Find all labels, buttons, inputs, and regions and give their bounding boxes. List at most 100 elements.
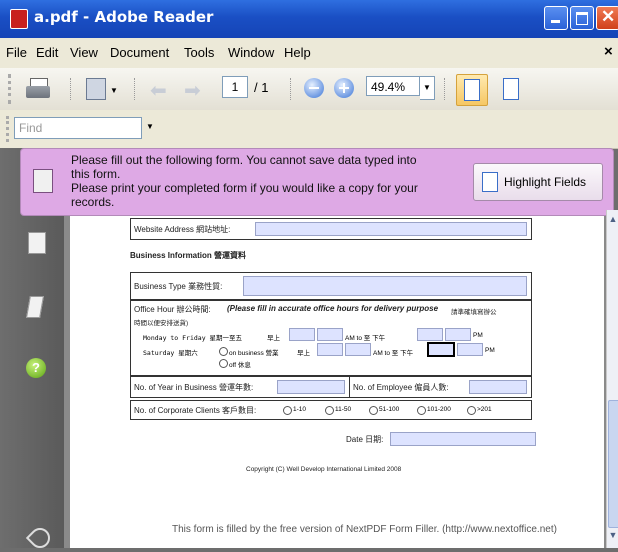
form-message-line: Please fill out the following form. You … <box>71 153 417 167</box>
menu-close-document-button[interactable]: × <box>604 43 613 60</box>
years-label: No. of Year in Business 營運年數: <box>134 383 254 392</box>
saturday-end-hour-field[interactable] <box>427 342 455 357</box>
fit-page-button[interactable] <box>496 74 526 104</box>
client-option-label: >201 <box>477 406 492 413</box>
saturday-to-label: AM to 至 下午 <box>373 350 414 357</box>
weekday-end-min-field[interactable] <box>445 328 471 341</box>
saturday-end-min-field[interactable] <box>457 343 483 356</box>
toolbar-grip <box>8 74 15 104</box>
business-type-label: Business Type 業務性質: <box>134 282 223 291</box>
business-type-field[interactable] <box>243 276 527 296</box>
help-button[interactable]: ? <box>26 358 46 378</box>
close-button[interactable]: ✕ <box>596 6 618 30</box>
menu-help[interactable]: Help <box>284 45 311 60</box>
toolbar-separator <box>70 78 73 100</box>
weekday-start-min-field[interactable] <box>317 328 343 341</box>
saturday-start-min-field[interactable] <box>345 343 371 356</box>
menu-tools[interactable]: Tools <box>184 45 214 60</box>
saturday-on-business-radio[interactable] <box>219 347 228 356</box>
form-document-icon <box>33 169 53 193</box>
form-message-line: this form. <box>71 167 121 181</box>
client-option-radio[interactable] <box>417 406 426 415</box>
close-icon: ✕ <box>601 7 616 26</box>
highlight-fields-button[interactable]: Highlight Fields <box>473 163 603 201</box>
office-hour-note: (Please fill in accurate office hours fo… <box>227 304 439 313</box>
zoom-dropdown-button[interactable]: ▼ <box>420 76 435 100</box>
client-option-label: 1-10 <box>293 406 307 413</box>
off-label: off 休息 <box>229 362 251 369</box>
signatures-panel-button[interactable] <box>26 294 46 320</box>
window-title: a.pdf - Adobe Reader <box>34 8 214 26</box>
minimize-icon <box>551 20 560 23</box>
title-bar: a.pdf - Adobe Reader ✕ <box>0 0 618 38</box>
previous-page-button[interactable]: ⬅ <box>150 78 167 103</box>
next-page-button[interactable]: ➡ <box>184 78 201 103</box>
find-options-button[interactable]: ▼ <box>146 122 154 131</box>
pages-panel-button[interactable] <box>28 232 46 254</box>
weekday-pm-label: PM <box>473 332 483 339</box>
menu-edit[interactable]: Edit <box>36 45 58 60</box>
saturday-am-label: 早上 <box>297 350 310 357</box>
fit-page-icon <box>503 78 519 100</box>
print-button[interactable] <box>24 76 52 102</box>
website-row: Website Address 網站地址: <box>130 218 532 240</box>
maximize-button[interactable] <box>570 6 594 30</box>
client-option-radio[interactable] <box>325 406 334 415</box>
client-option-label: 51-100 <box>379 406 400 413</box>
client-option-radio[interactable] <box>369 406 378 415</box>
fit-width-button[interactable] <box>456 74 488 106</box>
find-input[interactable]: Find <box>14 117 142 139</box>
saturday-off-radio[interactable] <box>219 359 228 368</box>
employees-label: No. of Employee 僱員人數: <box>353 383 449 392</box>
toolbar-separator <box>134 78 137 100</box>
weekday-end-hour-field[interactable] <box>417 328 443 341</box>
zoom-in-button[interactable] <box>334 78 354 98</box>
highlight-fields-icon <box>482 172 498 192</box>
chevron-down-icon: ▼ <box>608 530 618 540</box>
collaborate-button[interactable]: ▼ <box>82 76 118 102</box>
menu-file[interactable]: File <box>6 45 27 60</box>
years-field[interactable] <box>277 380 345 394</box>
scroll-thumb[interactable] <box>608 400 618 528</box>
form-message-line: records. <box>71 195 115 209</box>
minimize-button[interactable] <box>544 6 568 30</box>
employees-field[interactable] <box>469 380 527 394</box>
signature-pen-icon <box>26 296 44 318</box>
menu-document[interactable]: Document <box>110 45 169 60</box>
toolbar: ▼ ⬅ ➡ 1 / 1 49.4% ▼ <box>0 68 618 111</box>
highlight-fields-label: Highlight Fields <box>504 175 587 189</box>
client-option-radio[interactable] <box>283 406 292 415</box>
saturday-label: Saturday 星期六 <box>143 349 198 357</box>
menu-window[interactable]: Window <box>228 45 274 60</box>
client-option-radio[interactable] <box>467 406 476 415</box>
zoom-level-input[interactable]: 49.4% <box>366 76 420 96</box>
page-total: / 1 <box>254 80 269 95</box>
toolbar-separator <box>290 78 293 100</box>
clients-row: No. of Corporate Clients 客戶數目: 1-10 11-5… <box>130 400 532 420</box>
page-number-input[interactable]: 1 <box>222 76 248 98</box>
form-message-line: Please print your completed form if you … <box>71 181 418 195</box>
section-heading: Business Information 營運資料 <box>130 251 247 260</box>
question-icon: ? <box>32 360 40 375</box>
date-field[interactable] <box>390 432 536 446</box>
menu-view[interactable]: View <box>70 45 98 60</box>
client-option-label: 101-200 <box>427 406 451 413</box>
chevron-up-icon: ▲ <box>608 214 618 224</box>
office-hour-row: Office Hour 辦公時間: (Please fill in accura… <box>130 300 532 376</box>
weekday-start-hour-field[interactable] <box>289 328 315 341</box>
find-toolbar: Find ▼ <box>0 110 618 149</box>
saturday-start-hour-field[interactable] <box>317 343 343 356</box>
vertical-scrollbar[interactable]: ▲ ▼ <box>606 210 618 548</box>
website-field[interactable] <box>255 222 527 236</box>
scroll-down-button[interactable]: ▼ <box>607 530 618 544</box>
office-hour-note-cn: 請準確填寫辦公 <box>451 309 497 316</box>
scroll-up-button[interactable]: ▲ <box>607 214 618 228</box>
copyright-text: Copyright (C) Well Develop International… <box>246 466 402 473</box>
zoom-out-button[interactable] <box>304 78 324 98</box>
client-option-label: 11-50 <box>335 406 352 413</box>
website-label: Website Address 網站地址: <box>134 225 231 234</box>
clients-label: No. of Corporate Clients 客戶數目: <box>134 406 257 415</box>
office-hour-label: Office Hour 辦公時間: <box>134 305 211 314</box>
footer-text: This form is filled by the free version … <box>172 524 557 535</box>
minus-icon <box>309 87 319 89</box>
